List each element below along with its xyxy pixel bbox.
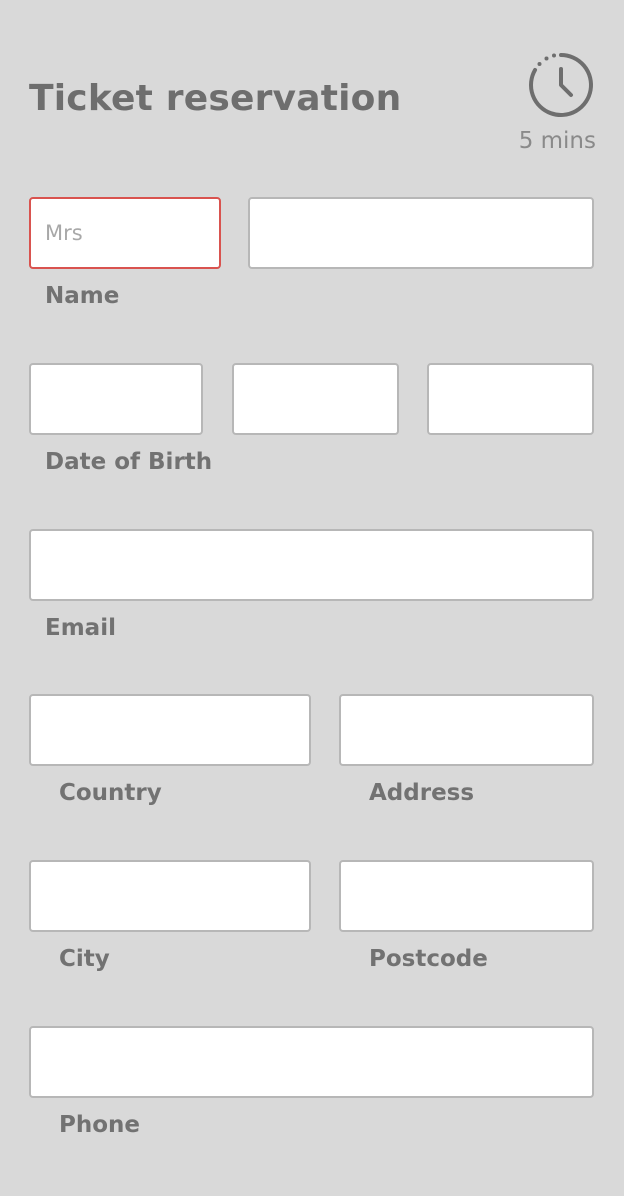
name-label: Name (45, 283, 120, 309)
phone-label: Phone (59, 1112, 141, 1138)
postcode-input[interactable] (339, 860, 594, 932)
city-label: City (59, 946, 110, 972)
name-title-input[interactable] (29, 197, 221, 269)
email-input[interactable] (29, 529, 594, 601)
address-input[interactable] (339, 694, 594, 766)
country-input[interactable] (29, 694, 311, 766)
dob-year-input[interactable] (427, 363, 594, 435)
timer-text: 5 mins (518, 128, 596, 154)
postcode-label: Postcode (369, 946, 488, 972)
dob-month-input[interactable] (232, 363, 399, 435)
name-input[interactable] (248, 197, 594, 269)
page-title: Ticket reservation (29, 78, 402, 119)
city-input[interactable] (29, 860, 311, 932)
country-label: Country (59, 780, 162, 806)
email-label: Email (45, 615, 116, 641)
dob-label: Date of Birth (45, 449, 213, 475)
address-label: Address (369, 780, 475, 806)
phone-input[interactable] (29, 1026, 594, 1098)
dob-day-input[interactable] (29, 363, 203, 435)
clock-icon (529, 53, 593, 117)
